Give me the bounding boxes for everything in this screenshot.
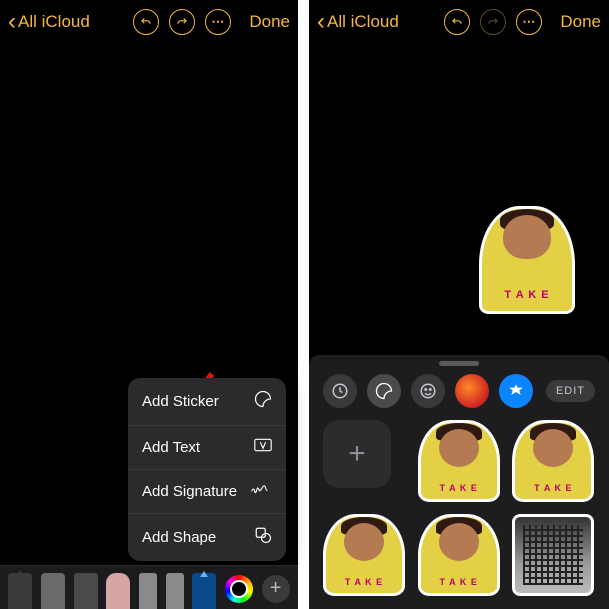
undo-button[interactable]	[444, 9, 470, 35]
undo-button[interactable]	[133, 9, 159, 35]
signature-icon	[250, 482, 272, 501]
recents-tab[interactable]	[323, 374, 357, 408]
chevron-left-icon: ‹	[8, 8, 16, 36]
popover-label: Add Signature	[142, 483, 237, 500]
nav-icons: ⋯ Done	[444, 9, 601, 35]
add-sticker-tile[interactable]: +	[323, 420, 391, 488]
ruler-tool[interactable]	[166, 573, 184, 609]
eraser-tool[interactable]	[106, 573, 130, 609]
add-text-item[interactable]: Add Text	[128, 426, 286, 470]
popover-label: Add Sticker	[142, 393, 219, 410]
sticker-thumbnail[interactable]	[512, 514, 594, 596]
drawer-handle[interactable]	[439, 361, 479, 366]
emoji-tab[interactable]	[411, 374, 445, 408]
add-sticker-item[interactable]: Add Sticker	[128, 378, 286, 426]
sticker-text: T A K E	[482, 289, 572, 301]
placed-sticker[interactable]: T A K E	[479, 206, 575, 314]
shape-icon	[250, 526, 272, 549]
stickers-tab[interactable]	[367, 374, 401, 408]
back-label: All iCloud	[327, 12, 399, 32]
sticker-thumbnail[interactable]: T A K E	[512, 420, 594, 502]
back-button[interactable]: ‹ All iCloud	[317, 8, 444, 36]
plus-button[interactable]: +	[262, 575, 290, 603]
highlighter-tool[interactable]	[192, 573, 216, 609]
done-button[interactable]: Done	[560, 12, 601, 32]
ellipsis-icon: ⋯	[522, 14, 536, 30]
sticker-thumbnail[interactable]: T A K E	[418, 420, 500, 502]
sticker-drawer: EDIT + T A K E T A K E T A K E T A K E	[309, 355, 609, 609]
appstore-tab[interactable]	[499, 374, 533, 408]
popover-label: Add Text	[142, 439, 200, 456]
more-button[interactable]: ⋯	[516, 9, 542, 35]
color-picker[interactable]	[225, 575, 253, 603]
done-button[interactable]: Done	[249, 12, 290, 32]
pen-tool[interactable]	[8, 573, 32, 609]
add-popover: Add Sticker Add Text Add Signature Add S…	[128, 378, 286, 561]
ellipsis-icon: ⋯	[211, 14, 225, 30]
plus-icon: +	[348, 437, 366, 471]
text-icon	[250, 438, 272, 457]
add-signature-item[interactable]: Add Signature	[128, 470, 286, 514]
right-phone-screen: ‹ All iCloud ⋯ Done T A K E	[309, 0, 609, 609]
plus-icon: +	[270, 577, 282, 600]
back-button[interactable]: ‹ All iCloud	[8, 8, 133, 36]
drawer-tabs: EDIT	[309, 374, 609, 420]
pencil-tool[interactable]	[74, 573, 98, 609]
edit-button[interactable]: EDIT	[546, 380, 595, 402]
sticker-thumbnail[interactable]: T A K E	[323, 514, 405, 596]
redo-button[interactable]	[169, 9, 195, 35]
lasso-tool[interactable]	[139, 573, 157, 609]
sticker-grid: + T A K E T A K E T A K E T A K E	[309, 420, 609, 596]
add-shape-item[interactable]: Add Shape	[128, 514, 286, 561]
sticker-thumbnail[interactable]: T A K E	[418, 514, 500, 596]
back-label: All iCloud	[18, 12, 90, 32]
top-nav: ‹ All iCloud ⋯ Done	[309, 0, 609, 44]
markup-toolbar: +	[0, 565, 298, 609]
left-phone-screen: ‹ All iCloud ⋯ Done Add Sticker	[0, 0, 298, 609]
memoji-tab[interactable]	[455, 374, 489, 408]
popover-label: Add Shape	[142, 529, 216, 546]
more-button[interactable]: ⋯	[205, 9, 231, 35]
nav-icons: ⋯ Done	[133, 9, 290, 35]
redo-button	[480, 9, 506, 35]
marker-tool[interactable]	[41, 573, 65, 609]
top-nav: ‹ All iCloud ⋯ Done	[0, 0, 298, 44]
chevron-left-icon: ‹	[317, 8, 325, 36]
sticker-icon	[250, 390, 272, 413]
